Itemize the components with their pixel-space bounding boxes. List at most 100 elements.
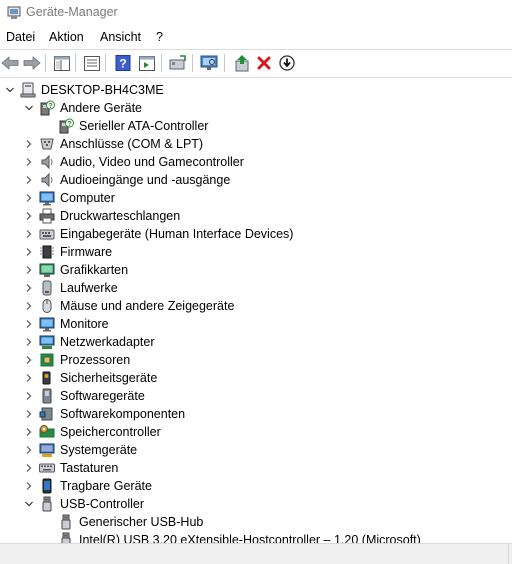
tree-category[interactable]: Anschlüsse (COM & LPT) (0, 135, 512, 153)
chevron-right-icon[interactable] (23, 408, 35, 420)
chevron-right-icon[interactable] (23, 138, 35, 150)
chevron-right-icon[interactable] (23, 480, 35, 492)
toolbar-separator (45, 54, 46, 72)
chevron-right-icon[interactable] (23, 210, 35, 222)
help-button[interactable]: ? (113, 53, 133, 73)
printer-icon (39, 208, 55, 224)
menu-ansicht[interactable]: Ansicht (100, 30, 141, 44)
usb-icon (58, 514, 74, 530)
chip-icon (39, 244, 55, 260)
chevron-right-icon[interactable] (23, 318, 35, 330)
computer-icon (20, 82, 36, 98)
tree-device[interactable]: ? Serieller ATA-Controller (0, 117, 512, 135)
tree-category[interactable]: USB-Controller (0, 495, 512, 513)
software-component-icon (39, 406, 55, 422)
tree-category[interactable]: Prozessoren (0, 351, 512, 369)
tree-category[interactable]: Druckwarteschlangen (0, 207, 512, 225)
processor-icon (39, 352, 55, 368)
toolbar: ? (0, 50, 512, 76)
usb-icon (39, 496, 55, 512)
arrow-right-icon (23, 56, 41, 70)
tree-item-label: Generischer USB-Hub (79, 515, 204, 529)
tree-category[interactable]: ? Andere Geräte (0, 99, 512, 117)
toolbar-separator (75, 54, 76, 72)
status-bar (0, 543, 512, 564)
tree-item-label: Computer (60, 191, 115, 205)
chevron-right-icon[interactable] (23, 246, 35, 258)
chevron-down-icon[interactable] (23, 102, 35, 114)
toolbar-separator (161, 54, 162, 72)
svg-text:?: ? (67, 121, 71, 128)
tree-category[interactable]: Sicherheitsgeräte (0, 369, 512, 387)
chevron-right-icon[interactable] (23, 282, 35, 294)
uninstall-device-button[interactable] (254, 53, 274, 73)
chevron-right-icon[interactable] (23, 174, 35, 186)
tree-category[interactable]: Speichercontroller (0, 423, 512, 441)
tree-item-label: Grafikkarten (60, 263, 129, 277)
forward-button[interactable] (22, 53, 42, 73)
chevron-right-icon[interactable] (23, 228, 35, 240)
back-button[interactable] (0, 53, 20, 73)
chevron-right-icon[interactable] (23, 300, 35, 312)
tree-item-label: Laufwerke (60, 281, 118, 295)
tree-category[interactable]: Softwaregeräte (0, 387, 512, 405)
tree-item-label: Softwarekomponenten (60, 407, 186, 421)
tree-item-label: Prozessoren (60, 353, 131, 367)
tree-category[interactable]: Audio, Video und Gamecontroller (0, 153, 512, 171)
chevron-right-icon[interactable] (23, 192, 35, 204)
menu-bar: Datei Aktion Ansicht ? (0, 28, 512, 48)
svg-text:?: ? (119, 57, 126, 71)
chevron-right-icon[interactable] (23, 444, 35, 456)
tree-item-label: Tastaturen (60, 461, 119, 475)
disk-drive-icon (39, 280, 55, 296)
scan-hardware-button[interactable] (199, 53, 219, 73)
tree-device[interactable]: Generischer USB-Hub (0, 513, 512, 531)
chevron-right-icon[interactable] (23, 354, 35, 366)
chevron-right-icon[interactable] (23, 156, 35, 168)
portable-device-icon (39, 478, 55, 494)
security-key-icon (39, 370, 55, 386)
tree-category[interactable]: Laufwerke (0, 279, 512, 297)
tree-item-label: Audio, Video und Gamecontroller (60, 155, 244, 169)
tree-item-label: Anschlüsse (COM & LPT) (60, 137, 204, 151)
tree-root[interactable]: DESKTOP-BH4C3ME (0, 81, 512, 99)
tree-category[interactable]: Eingabegeräte (Human Interface Devices) (0, 225, 512, 243)
chevron-right-icon[interactable] (23, 336, 35, 348)
tree-category[interactable]: Tastaturen (0, 459, 512, 477)
update-driver-button[interactable] (168, 53, 188, 73)
device-manager-app-icon (6, 5, 22, 21)
tree-item-label: Eingabegeräte (Human Interface Devices) (60, 227, 294, 241)
tree-category[interactable]: Tragbare Geräte (0, 477, 512, 495)
tree-category[interactable]: Firmware (0, 243, 512, 261)
device-tree: DESKTOP-BH4C3ME? Andere Geräte? Serieller … (0, 81, 512, 543)
chevron-down-icon[interactable] (4, 84, 16, 96)
show-hide-console-tree-button[interactable] (52, 53, 72, 73)
tree-category[interactable]: Mäuse und andere Zeigegeräte (0, 297, 512, 315)
tree-category[interactable]: Computer (0, 189, 512, 207)
properties-button[interactable] (82, 53, 102, 73)
action-pane-button[interactable] (137, 53, 157, 73)
tree-category[interactable]: Netzwerkadapter (0, 333, 512, 351)
tree-item-label: Netzwerkadapter (60, 335, 155, 349)
chevron-right-icon[interactable] (23, 462, 35, 474)
add-legacy-hardware-button[interactable] (232, 53, 252, 73)
monitor-icon (39, 316, 55, 332)
chevron-right-icon[interactable] (23, 390, 35, 402)
tree-category[interactable]: Audioeingänge und -ausgänge (0, 171, 512, 189)
monitor-icon (39, 190, 55, 206)
tree-category[interactable]: Monitore (0, 315, 512, 333)
chevron-right-icon[interactable] (23, 264, 35, 276)
tree-device[interactable]: Intel(R) USB 3.20 eXtensible-Hostcontrol… (0, 531, 512, 543)
scan-monitor-icon (200, 55, 218, 71)
tree-category[interactable]: Systemgeräte (0, 441, 512, 459)
menu-help[interactable]: ? (156, 30, 163, 44)
tree-category[interactable]: Softwarekomponenten (0, 405, 512, 423)
chevron-down-icon[interactable] (23, 498, 35, 510)
menu-aktion[interactable]: Aktion (49, 30, 84, 44)
tree-category[interactable]: Grafikkarten (0, 261, 512, 279)
properties-icon (84, 55, 100, 71)
chevron-right-icon[interactable] (23, 372, 35, 384)
disable-device-button[interactable] (277, 53, 297, 73)
chevron-right-icon[interactable] (23, 426, 35, 438)
menu-datei[interactable]: Datei (6, 30, 35, 44)
